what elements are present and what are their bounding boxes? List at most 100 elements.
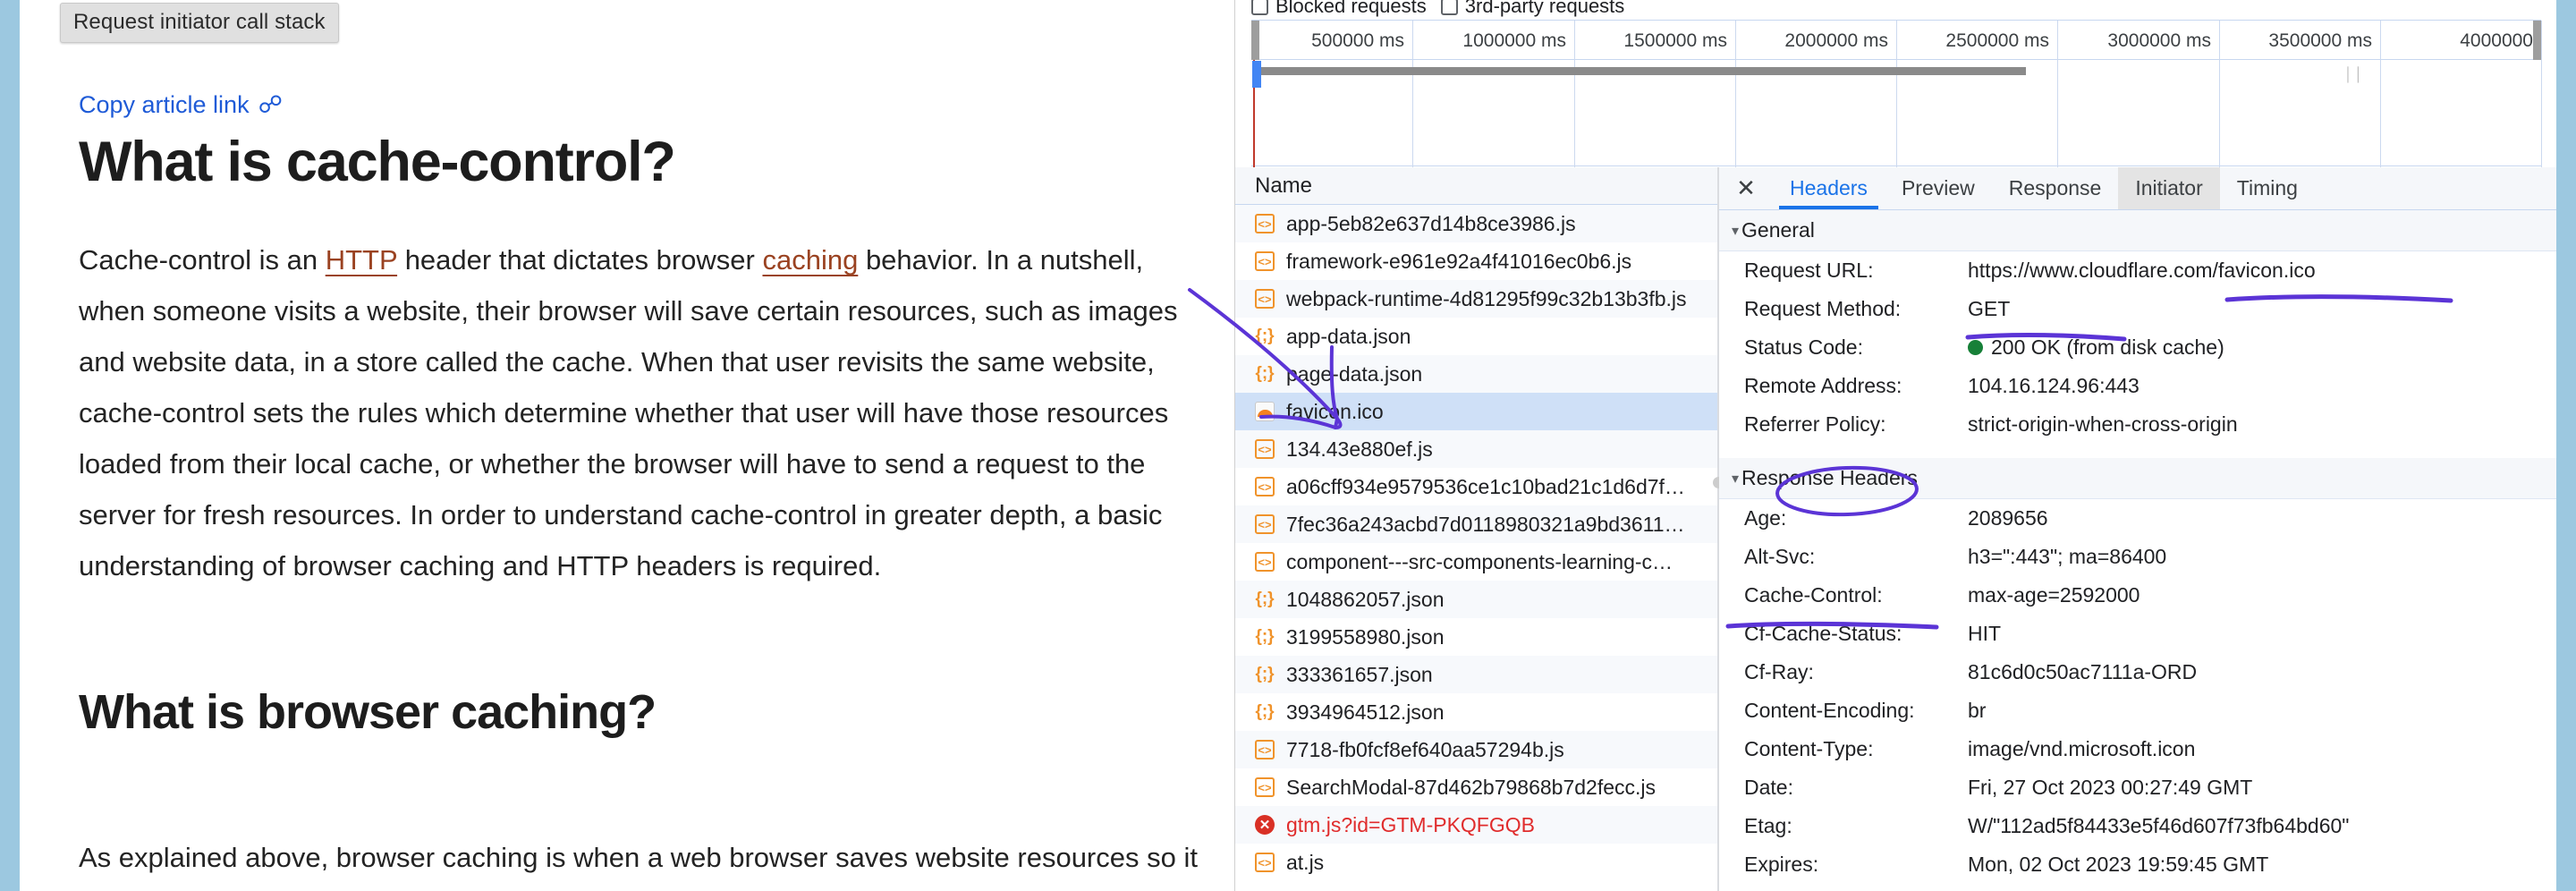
response-header-row-key: Age:	[1744, 506, 1787, 530]
request-row[interactable]: <> 134.43e880ef.js	[1235, 430, 1717, 468]
network-overview-timeline[interactable]: 500000 ms 1000000 ms 1500000 ms 2000000 ms 2…	[1251, 20, 2542, 167]
response-header-row-key: Content-Type:	[1744, 737, 1874, 760]
response-header-row: Etag: W/"112ad5f84433e5f46d607f73fb64bd60…	[1719, 807, 2556, 845]
overview-tick-label: 1500000 ms	[1623, 30, 1727, 51]
tab-initiator[interactable]: Initiator	[2118, 167, 2220, 209]
response-header-row: Cf-Ray: 81c6d0c50ac7111a-ORD	[1719, 653, 2556, 692]
section-header-response-headers[interactable]: ▾ Response Headers	[1719, 458, 2556, 499]
request-row[interactable]: <> framework-e961e92a4f41016ec0b6.js	[1235, 242, 1717, 280]
general-row: Status Code: 200 OK (from disk cache)	[1719, 328, 2556, 367]
inline-link[interactable]: caching	[762, 244, 858, 276]
request-detail-pane: ✕ Headers Preview Response Initiator Timing …	[1719, 167, 2556, 891]
overview-scroll-handle-right[interactable]	[2533, 21, 2541, 60]
js-file-icon: <>	[1255, 251, 1275, 271]
filter-blocked-requests[interactable]: Blocked requests	[1251, 0, 1427, 18]
overview-tick-label: 1000000 ms	[1462, 30, 1566, 51]
filter-3rd-party-requests[interactable]: 3rd-party requests	[1440, 0, 1624, 18]
request-row[interactable]: {;} 333361657.json	[1235, 656, 1717, 693]
response-header-row: Date: Fri, 27 Oct 2023 00:27:49 GMT	[1719, 768, 2556, 807]
checkbox-icon[interactable]	[1251, 0, 1268, 15]
inline-link[interactable]: HTTP	[326, 244, 397, 276]
request-row[interactable]: <> at.js	[1235, 844, 1717, 881]
response-header-row-key: Alt-Svc:	[1744, 545, 1816, 568]
general-row: Request Method: GET	[1719, 290, 2556, 328]
request-row-name: SearchModal-87d462b79868b7d2fecc.js	[1286, 775, 1657, 799]
general-row-value: GET	[1968, 297, 2011, 320]
paragraph-1: Cache-control is an HTTP header that dic…	[79, 234, 1201, 591]
request-row[interactable]: {;} app-data.json	[1235, 318, 1717, 355]
overview-tick-label: 500000 ms	[1311, 30, 1404, 51]
response-header-row-key: Cf-Cache-Status:	[1744, 622, 1902, 645]
request-row[interactable]: {;} page-data.json	[1235, 355, 1717, 393]
request-row[interactable]: {;} 3934964512.json	[1235, 693, 1717, 731]
response-header-row-key: Cf-Ray:	[1744, 660, 1814, 683]
tab-preview[interactable]: Preview	[1885, 167, 1992, 209]
response-header-row-value: 81c6d0c50ac7111a-ORD	[1968, 660, 2198, 683]
tab-timing[interactable]: Timing	[2220, 167, 2315, 209]
request-row-name: 333361657.json	[1286, 662, 1433, 686]
response-header-row: Content-Type: image/vnd.microsoft.icon	[1719, 730, 2556, 768]
js-file-icon: <>	[1255, 853, 1275, 872]
request-list[interactable]: Name <> app-5eb82e637d14b8ce3986.js <> fram…	[1235, 167, 1718, 891]
js-file-icon: <>	[1255, 777, 1275, 797]
js-file-icon: <>	[1255, 477, 1275, 496]
request-row[interactable]: <> component---src-components-learning-c…	[1235, 543, 1717, 581]
page-title: What is cache-control?	[79, 131, 676, 193]
request-row[interactable]: <> app-5eb82e637d14b8ce3986.js	[1235, 205, 1717, 242]
general-row: Remote Address: 104.16.124.96:443	[1719, 367, 2556, 405]
request-row-name: 7718-fb0fcf8ef640aa57294b.js	[1286, 737, 1564, 761]
request-row[interactable]: <> 7718-fb0fcf8ef640aa57294b.js	[1235, 731, 1717, 768]
request-list-column-header[interactable]: Name	[1235, 167, 1717, 205]
request-row[interactable]: {;} 3199558980.json	[1235, 618, 1717, 656]
general-row-key: Request URL:	[1744, 259, 1874, 282]
request-row-name: framework-e961e92a4f41016ec0b6.js	[1286, 249, 1632, 273]
overview-scroll-handle-left[interactable]	[1251, 21, 1259, 60]
copy-article-link-button[interactable]: Copy article link ☍	[79, 91, 283, 119]
general-row: Request URL: https://www.cloudflare.com/f…	[1719, 251, 2556, 290]
response-header-row: Last-Modified:Mon, 02 Oct 2023 19:55:00 …	[1719, 884, 2556, 891]
section-header-general[interactable]: ▾ General	[1719, 210, 2556, 251]
response-header-row-key: Content-Encoding:	[1744, 699, 1915, 722]
js-file-icon: <>	[1255, 439, 1275, 459]
request-row[interactable]: <> 7fec36a243acbd7d0118980321a9bd3611…	[1235, 505, 1717, 543]
paragraph-text: behavior. In a nutshell, when someone vi…	[79, 244, 1178, 581]
response-header-row-value: max-age=2592000	[1968, 583, 2140, 607]
request-row[interactable]: <> webpack-runtime-4d81295f99c32b13b3fb.j…	[1235, 280, 1717, 318]
request-rows-container: <> app-5eb82e637d14b8ce3986.js <> framework…	[1235, 205, 1717, 881]
tab-headers[interactable]: Headers	[1773, 167, 1885, 209]
request-row[interactable]: <> SearchModal-87d462b79868b7d2fecc.js	[1235, 768, 1717, 806]
overview-tick: 4000000	[2460, 21, 2542, 167]
link-icon: ☍	[258, 91, 283, 118]
paragraph-text: Cache-control is an	[79, 244, 326, 276]
tab-response[interactable]: Response	[1992, 167, 2119, 209]
request-row-name: webpack-runtime-4d81295f99c32b13b3fb.js	[1286, 286, 1687, 310]
js-file-icon: <>	[1255, 289, 1275, 309]
response-header-row-value: h3=":443"; ma=86400	[1968, 545, 2167, 568]
paragraph-2: As explained above, browser caching is w…	[79, 842, 1198, 873]
chevron-down-icon: ▾	[1732, 471, 1740, 487]
general-row-key: Remote Address:	[1744, 374, 1902, 397]
request-row[interactable]: ✕ gtm.js?id=GTM-PKQFGQB	[1235, 806, 1717, 844]
response-header-row-value: br	[1968, 699, 1987, 722]
request-row-name: app-data.json	[1286, 324, 1411, 348]
request-row[interactable]: favicon.ico	[1235, 393, 1717, 430]
checkbox-icon[interactable]	[1440, 0, 1458, 15]
json-file-icon: {;}	[1255, 590, 1275, 608]
close-icon[interactable]: ✕	[1719, 167, 1773, 209]
overview-tick-label: 2500000 ms	[1945, 30, 2049, 51]
response-header-row: Alt-Svc: h3=":443"; ma=86400	[1719, 538, 2556, 576]
request-row[interactable]: {;} 1048862057.json	[1235, 581, 1717, 618]
overview-tick: 1000000 ms	[1462, 21, 1575, 167]
request-row[interactable]: <> a06cff934e9579536ce1c10bad21c1d6d7f…	[1235, 468, 1717, 505]
request-row-name: a06cff934e9579536ce1c10bad21c1d6d7f…	[1286, 474, 1685, 498]
overview-tick-label: 3000000 ms	[2107, 30, 2211, 51]
response-header-row-value: image/vnd.microsoft.icon	[1968, 737, 2196, 760]
network-filter-bar: Blocked requests 3rd-party requests	[1235, 0, 2556, 18]
json-file-icon: {;}	[1255, 627, 1275, 646]
overview-tick: 2500000 ms	[1945, 21, 2058, 167]
general-row-key: Referrer Policy:	[1744, 412, 1886, 436]
error-icon: ✕	[1255, 815, 1275, 835]
response-header-row-key: Etag:	[1744, 814, 1792, 837]
paragraph-text: header that dictates browser	[397, 244, 763, 276]
response-header-row: Cf-Cache-Status: HIT	[1719, 615, 2556, 653]
